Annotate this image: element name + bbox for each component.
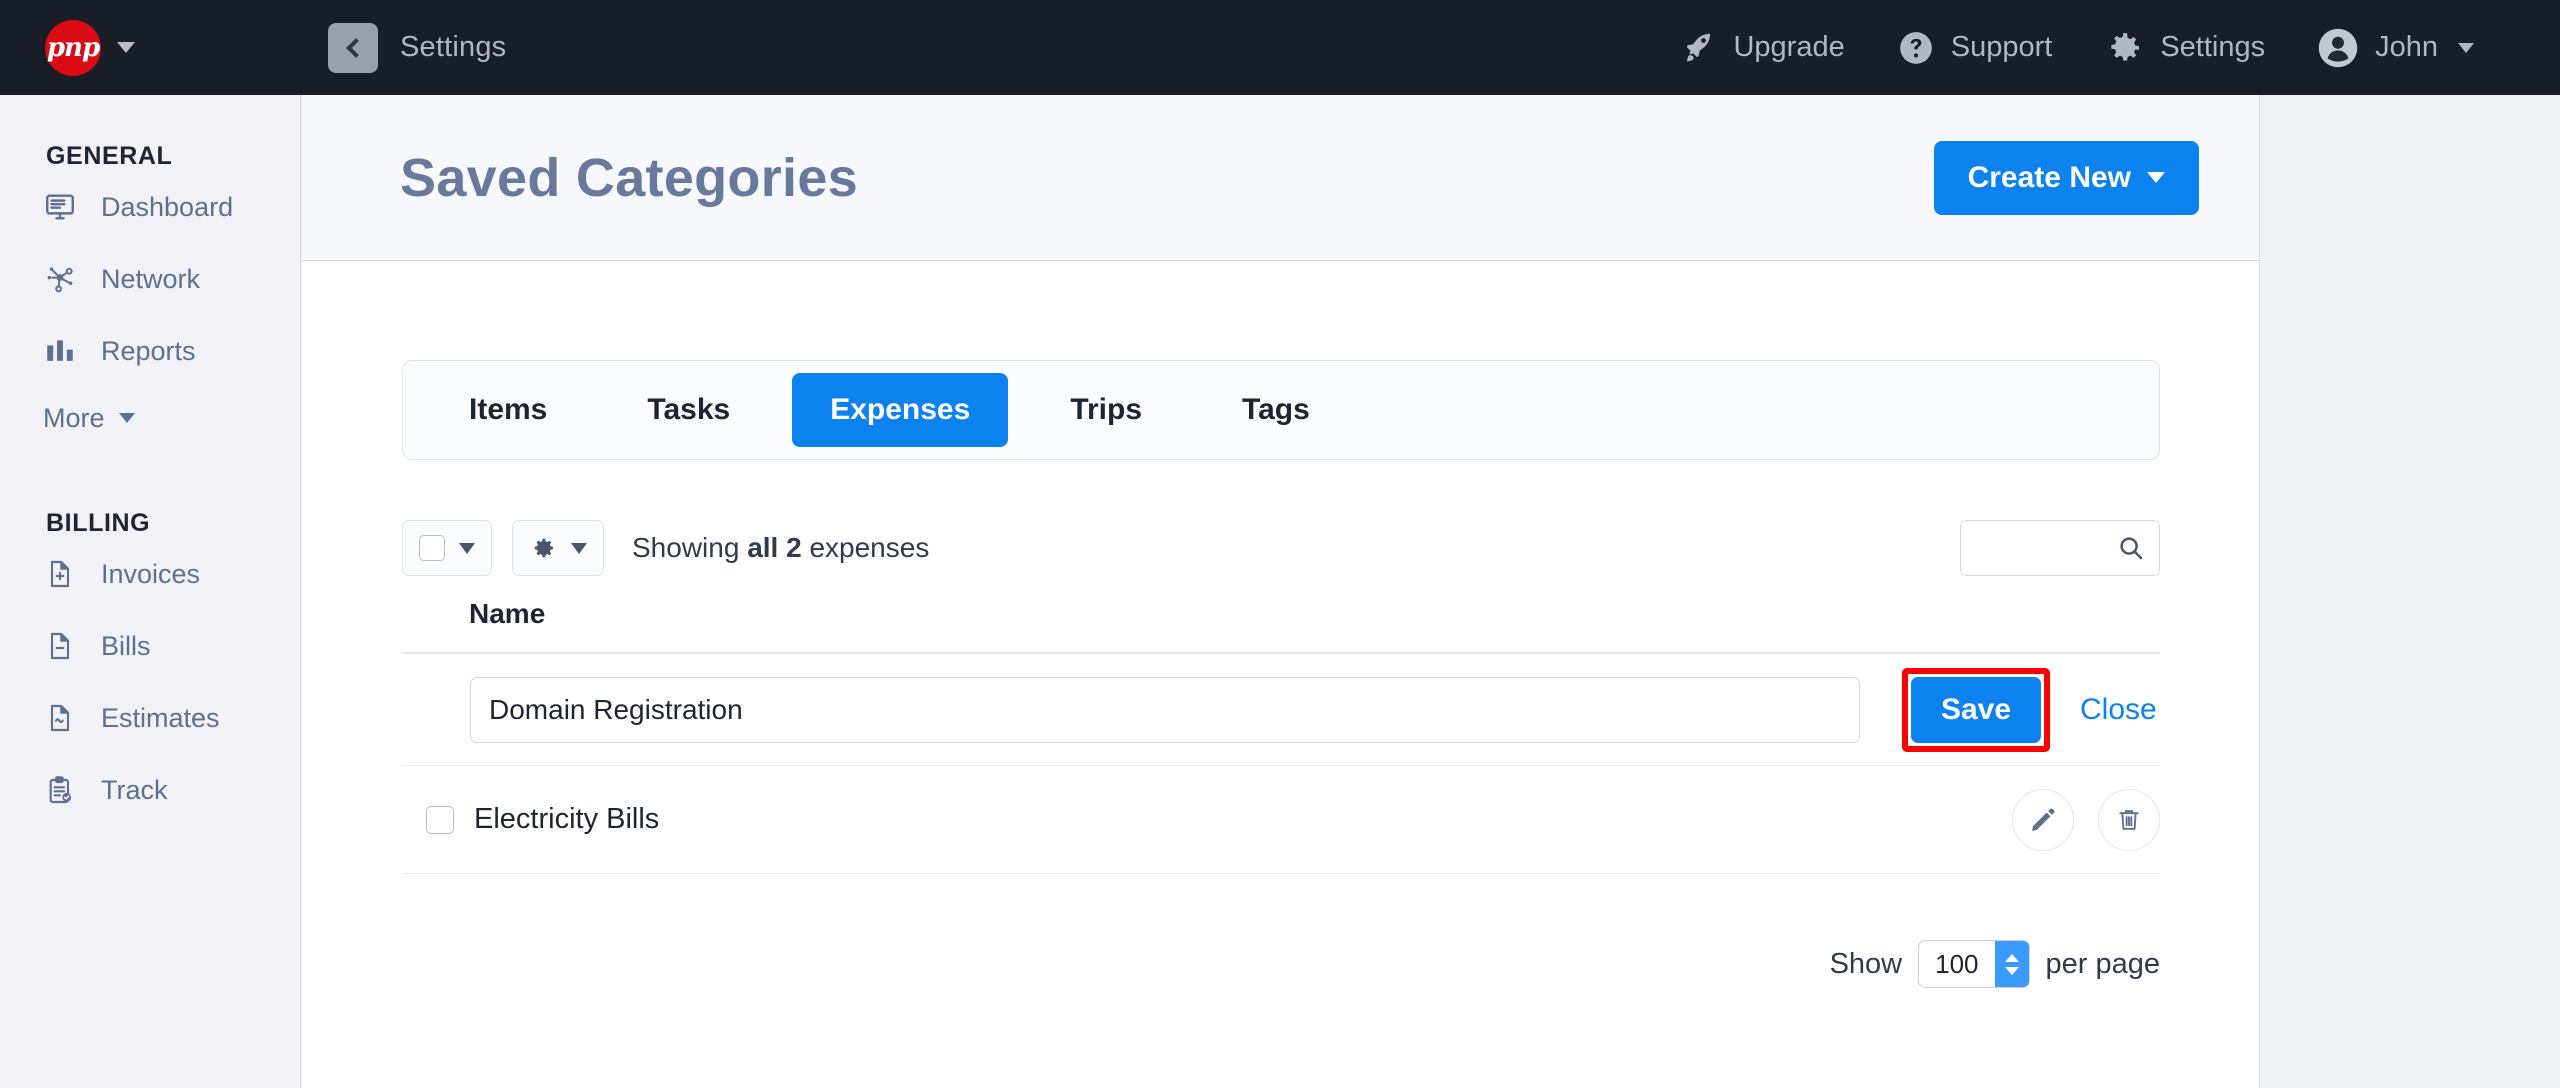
sidebar-item-network[interactable]: Network	[0, 243, 300, 315]
network-nodes-icon	[43, 262, 77, 296]
sidebar-section-heading-general: GENERAL	[0, 95, 300, 171]
tab-trips[interactable]: Trips	[1032, 373, 1180, 447]
sidebar-item-bills[interactable]: Bills	[0, 610, 300, 682]
logo-text: pnp	[47, 35, 99, 61]
page-header: Saved Categories Create New	[302, 95, 2259, 261]
logo-mark: pnp	[45, 20, 101, 76]
table-row: Electricity Bills	[402, 766, 2160, 874]
top-bar: pnp Settings Upgrade	[0, 0, 2560, 95]
nav-item-label: Settings	[2160, 31, 2265, 64]
category-name-input[interactable]	[470, 677, 1860, 743]
showing-prefix: Showing	[632, 532, 747, 563]
page-title: Saved Categories	[400, 147, 858, 209]
search-box	[1960, 520, 2160, 576]
rocket-icon	[1681, 30, 1717, 66]
sidebar: GENERAL Dashboard Network	[0, 95, 301, 1088]
nav-item-label: Upgrade	[1733, 31, 1844, 64]
row-checkbox[interactable]	[426, 806, 454, 834]
sidebar-more-label: More	[43, 403, 105, 434]
clipboard-check-icon	[43, 773, 77, 807]
close-link[interactable]: Close	[2080, 693, 2157, 727]
top-nav: Upgrade Support Settings	[1655, 27, 2500, 69]
categories-table: Name Save Close Electricity Bills	[402, 576, 2160, 874]
chevron-down-icon[interactable]	[2458, 43, 2474, 53]
edit-row-button[interactable]	[2012, 789, 2074, 851]
back-button[interactable]	[328, 23, 378, 73]
sidebar-item-invoices[interactable]: Invoices	[0, 538, 300, 610]
checkbox-icon	[419, 535, 445, 561]
gear-icon	[2104, 28, 2144, 68]
sidebar-item-dashboard[interactable]: Dashboard	[0, 171, 300, 243]
pencil-icon	[2029, 806, 2057, 834]
table-header-row: Name	[402, 576, 2160, 654]
showing-suffix: expenses	[802, 532, 930, 563]
document-tilde-icon	[43, 701, 77, 735]
nav-item-settings[interactable]: Settings	[2078, 28, 2291, 68]
stepper-up-icon	[2005, 954, 2019, 962]
sidebar-item-estimates[interactable]: Estimates	[0, 682, 300, 754]
nav-item-upgrade[interactable]: Upgrade	[1655, 30, 1870, 66]
sidebar-item-label: Network	[101, 264, 200, 295]
column-header-name: Name	[469, 598, 545, 630]
sidebar-item-reports[interactable]: Reports	[0, 315, 300, 387]
stepper-down-icon	[2005, 967, 2019, 975]
list-toolbar: Showing all 2 expenses	[402, 520, 2160, 576]
delete-row-button[interactable]	[2098, 789, 2160, 851]
tab-bar: Items Tasks Expenses Trips Tags	[402, 360, 2160, 460]
create-new-label: Create New	[1968, 161, 2131, 195]
row-name-label: Electricity Bills	[474, 803, 659, 836]
per-page-select[interactable]: 100	[1918, 940, 2029, 988]
sidebar-section-heading-billing: BILLING	[0, 449, 300, 538]
sidebar-item-label: Invoices	[101, 559, 200, 590]
save-button[interactable]: Save	[1911, 677, 2041, 743]
sidebar-item-label: Track	[101, 775, 168, 806]
main-content: Saved Categories Create New Items Tasks …	[302, 95, 2260, 1088]
pagination-footer: Show 100 per page	[402, 940, 2160, 988]
gear-icon	[529, 534, 557, 562]
chevron-left-icon	[346, 38, 366, 58]
trash-icon	[2115, 806, 2143, 834]
nav-item-label: Support	[1951, 31, 2053, 64]
monitor-icon	[43, 190, 77, 224]
showing-count-text: Showing all 2 expenses	[632, 532, 929, 564]
tab-tasks[interactable]: Tasks	[609, 373, 768, 447]
per-page-suffix: per page	[2046, 948, 2161, 981]
brand-logo[interactable]: pnp	[45, 20, 135, 76]
search-input[interactable]	[1960, 520, 2160, 576]
avatar-icon	[2317, 27, 2359, 69]
nav-item-label: John	[2375, 31, 2438, 64]
nav-item-support[interactable]: Support	[1871, 29, 2079, 67]
document-minus-icon	[43, 629, 77, 663]
sidebar-item-label: Dashboard	[101, 192, 233, 223]
tab-expenses[interactable]: Expenses	[792, 373, 1008, 447]
row-actions	[2012, 789, 2160, 851]
save-button-highlight: Save	[1902, 668, 2050, 752]
stepper-up-down-icon[interactable]	[1995, 941, 2029, 987]
sidebar-item-more[interactable]: More	[0, 387, 300, 449]
chevron-down-icon[interactable]	[117, 42, 135, 53]
showing-emphasis: all 2	[747, 532, 801, 563]
chevron-down-icon	[2147, 172, 2165, 183]
sidebar-item-label: Reports	[101, 336, 196, 367]
tab-tags[interactable]: Tags	[1204, 373, 1348, 447]
per-page-value: 100	[1919, 941, 1994, 987]
bulk-actions-dropdown[interactable]	[512, 520, 604, 576]
caret-down-icon	[571, 543, 587, 554]
question-circle-icon	[1897, 29, 1935, 67]
table-row-editing: Save Close	[402, 654, 2160, 766]
sidebar-item-label: Estimates	[101, 703, 220, 734]
nav-item-user[interactable]: John	[2291, 27, 2500, 69]
bar-chart-icon	[43, 334, 77, 368]
show-label: Show	[1830, 948, 1903, 981]
document-plus-icon	[43, 557, 77, 591]
context-label: Settings	[400, 31, 506, 64]
sidebar-item-label: Bills	[101, 631, 151, 662]
chevron-down-icon	[119, 413, 135, 423]
caret-down-icon	[459, 543, 475, 554]
create-new-button[interactable]: Create New	[1934, 141, 2199, 215]
sidebar-item-track[interactable]: Track	[0, 754, 300, 826]
tab-items[interactable]: Items	[431, 373, 585, 447]
select-all-dropdown[interactable]	[402, 520, 492, 576]
